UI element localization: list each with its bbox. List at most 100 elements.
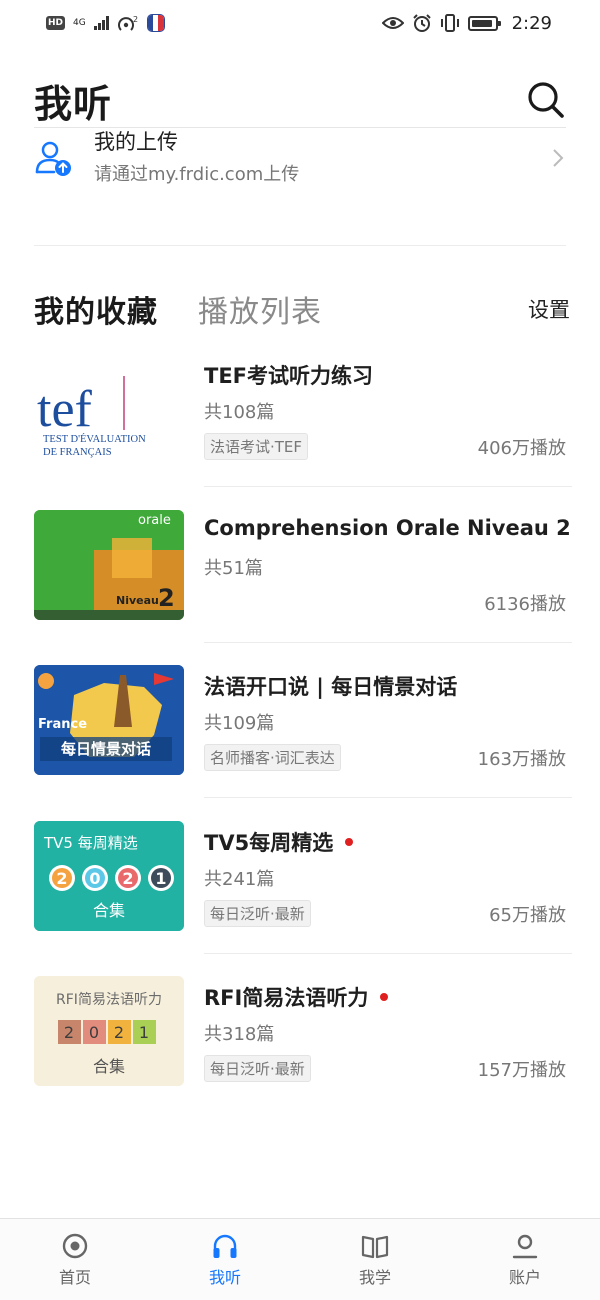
item-plays: 65万播放 (489, 904, 566, 926)
status-time: 2:29 (511, 12, 552, 34)
orale-brand: orale (138, 513, 171, 528)
cover-image: RFI简易法语听力 2 0 2 1 合集 (34, 976, 184, 1086)
tab-favorites[interactable]: 我的收藏 (34, 287, 158, 331)
nav-label: 账户 (508, 1268, 541, 1287)
search-icon (528, 82, 564, 118)
nav-listen[interactable]: 我听 (150, 1219, 300, 1300)
item-title-text: TEF考试听力练习 (204, 364, 374, 388)
item-divider (204, 952, 572, 954)
nav-label: 我学 (358, 1268, 391, 1287)
alarm-icon (412, 14, 431, 32)
nav-label: 我听 (208, 1268, 241, 1287)
item-title: TEF考试听力练习 (204, 360, 373, 390)
favorites-list: tef TEST D'ÉVALUATION DE FRANÇAIS TEF考试听… (0, 340, 600, 1118)
rfi-digit: 2 (114, 1023, 124, 1042)
app-notification-icon (146, 14, 165, 32)
header: 我听 (34, 72, 566, 128)
hotspot-count: 2 (133, 15, 138, 24)
list-item[interactable]: RFI简易法语听力 2 0 2 1 合集 RFI简易法语听力 共318篇 每日泛… (0, 962, 600, 1118)
vibrate-icon (440, 14, 459, 32)
settings-button[interactable]: 设置 (528, 294, 570, 324)
collection-tabs: 我的收藏 播放列表 设置 (34, 286, 570, 332)
user-upload-icon (35, 141, 71, 176)
france-cover-caption: 每日情景对话 (61, 740, 151, 758)
status-bar: HD 4G 2 2:29 (0, 0, 600, 46)
france-cover-art: France 每日情景对话 (34, 665, 184, 775)
tv5-digit: 2 (122, 869, 133, 888)
bottom-navigation: 首页 我听 我学 账户 (0, 1218, 600, 1300)
upload-subtitle: 请通过my.frdic.com上传 (94, 164, 300, 185)
list-item[interactable]: France 每日情景对话 法语开口说 | 每日情景对话 共109篇 名师播客·… (0, 651, 600, 807)
item-title-text: Comprehension Orale Niveau 2 (204, 515, 571, 540)
tv5-digit: 2 (56, 869, 67, 888)
tef-cover-line1: TEST D'ÉVALUATION (43, 433, 146, 445)
network-label: 4G (73, 17, 86, 28)
rfi-digit: 2 (64, 1023, 74, 1042)
nav-learn[interactable]: 我学 (300, 1219, 450, 1300)
item-title-text: TV5每周精选 (204, 830, 334, 855)
tv5-digit: 0 (89, 869, 100, 888)
hotspot-icon: 2 (117, 15, 138, 31)
cover-image: France 每日情景对话 (34, 665, 184, 775)
item-plays: 157万播放 (477, 1060, 566, 1081)
item-title: RFI简易法语听力 (204, 982, 389, 1012)
new-indicator-dot (345, 837, 354, 846)
rfi-digit: 0 (89, 1023, 99, 1042)
upload-texts: 我的上传 请通过my.frdic.com上传 (94, 127, 550, 189)
orale-level-label: Niveau (116, 594, 159, 607)
item-title-text: 法语开口说 | 每日情景对话 (204, 675, 458, 699)
my-upload-row[interactable]: 我的上传 请通过my.frdic.com上传 (34, 128, 566, 188)
list-item[interactable]: tef TEST D'ÉVALUATION DE FRANÇAIS TEF考试听… (0, 340, 600, 496)
book-icon (361, 1235, 389, 1259)
new-indicator-dot (380, 993, 389, 1001)
item-tag: 法语考试·TEF (204, 433, 309, 460)
chevron-right-icon (553, 149, 564, 167)
rfi-digit: 1 (139, 1023, 149, 1042)
tef-cover-art: tef TEST D'ÉVALUATION DE FRANÇAIS (37, 376, 146, 458)
home-icon (62, 1233, 88, 1259)
cover-image: TV5 每周精选 2 0 2 1 合集 (34, 820, 184, 931)
item-title: TV5每周精选 (204, 827, 354, 857)
account-icon (512, 1234, 538, 1259)
item-title: 法语开口说 | 每日情景对话 (204, 671, 457, 701)
status-left: HD 4G 2 (46, 14, 165, 32)
item-count: 共109篇 (204, 713, 275, 734)
headphones-icon (213, 1234, 237, 1258)
status-right: 2:29 (381, 12, 552, 34)
upload-title: 我的上传 (94, 130, 178, 154)
tv5-cover-art: TV5 每周精选 2 0 2 1 合集 (34, 820, 184, 931)
item-divider (204, 486, 572, 487)
orale-cover-art: orale Niveau 2 (34, 509, 184, 620)
orale-level-number: 2 (158, 584, 175, 612)
cover-image: tef TEST D'ÉVALUATION DE FRANÇAIS (34, 354, 184, 464)
search-button[interactable] (526, 80, 566, 120)
rfi-cover-heading: RFI简易法语听力 (56, 991, 162, 1008)
tv5-digit: 1 (155, 869, 166, 888)
tab-playlist[interactable]: 播放列表 (198, 287, 322, 331)
france-cover-label: France (38, 717, 87, 732)
nav-home[interactable]: 首页 (0, 1219, 150, 1300)
tef-logo-text: tef (37, 381, 93, 438)
list-item[interactable]: orale Niveau 2 Comprehension Orale Nivea… (0, 496, 600, 652)
item-count: 共108篇 (204, 402, 275, 423)
item-title-text: RFI简易法语听力 (204, 986, 369, 1010)
item-tag: 每日泛听·最新 (204, 1055, 311, 1082)
eye-icon (381, 17, 404, 29)
item-tag: 名师播客·词汇表达 (204, 744, 341, 771)
list-item[interactable]: TV5 每周精选 2 0 2 1 合集 TV5每周精选 共241篇 每日泛听·最… (0, 807, 600, 963)
item-count: 共51篇 (204, 557, 263, 579)
item-count: 共318篇 (204, 1024, 275, 1045)
item-divider (204, 641, 572, 643)
item-plays: 6136播放 (484, 593, 566, 615)
network-type: 4G (73, 17, 86, 28)
rfi-cover-caption: 合集 (93, 1057, 125, 1076)
tv5-cover-caption: 合集 (93, 901, 125, 920)
item-tag: 每日泛听·最新 (204, 899, 311, 927)
rfi-cover-art: RFI简易法语听力 2 0 2 1 合集 (34, 976, 184, 1086)
section-divider (34, 245, 566, 246)
nav-account[interactable]: 账户 (450, 1219, 600, 1300)
nav-label: 首页 (58, 1268, 91, 1287)
signal-icon (93, 16, 109, 30)
cover-image: orale Niveau 2 (34, 509, 184, 620)
item-divider (204, 797, 572, 798)
